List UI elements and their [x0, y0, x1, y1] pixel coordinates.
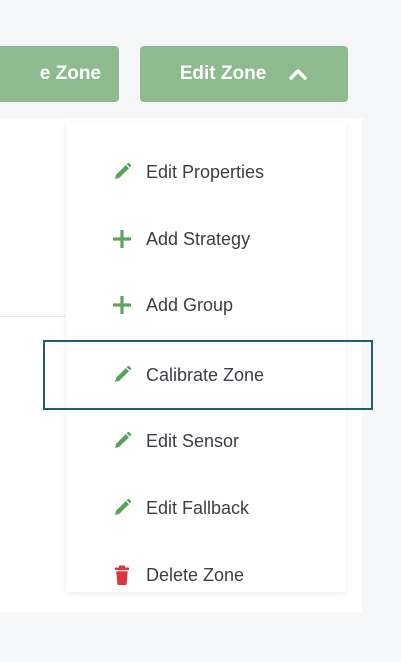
- menu-item-edit-properties[interactable]: Edit Properties: [66, 152, 346, 192]
- menu-item-delete-zone[interactable]: Delete Zone: [66, 555, 346, 595]
- plus-icon: [113, 296, 131, 314]
- content-divider: [0, 316, 70, 317]
- menu-item-add-group[interactable]: Add Group: [66, 285, 346, 325]
- pencil-icon: [115, 498, 132, 515]
- edit-zone-button-label: Edit Zone: [179, 63, 267, 84]
- toolbar: e Zone Edit Zone: [0, 0, 401, 130]
- menu-item-add-strategy[interactable]: Add Strategy: [66, 219, 346, 259]
- menu-item-label: Edit Fallback: [146, 497, 250, 518]
- zone-action-button[interactable]: e Zone: [0, 46, 119, 102]
- trash-icon: [115, 565, 129, 585]
- zone-action-button-label: e Zone: [39, 63, 101, 84]
- menu-item-edit-sensor[interactable]: Edit Sensor: [66, 421, 346, 461]
- menu-item-label: Calibrate Zone: [146, 364, 265, 385]
- menu-item-label: Add Group: [146, 294, 234, 315]
- edit-zone-button[interactable]: Edit Zone: [140, 46, 348, 102]
- menu-item-label: Add Strategy: [146, 228, 251, 249]
- menu-item-label: Edit Properties: [146, 161, 265, 182]
- edit-zone-dropdown-menu: Edit Properties Add Strategy Add Group C…: [66, 122, 346, 592]
- pencil-icon: [115, 162, 132, 179]
- pencil-icon: [115, 431, 132, 448]
- menu-item-label: Edit Sensor: [146, 430, 240, 451]
- pencil-icon: [115, 365, 132, 382]
- chevron-up-icon: [289, 69, 307, 80]
- menu-item-calibrate-zone[interactable]: Calibrate Zone: [66, 355, 346, 395]
- plus-icon: [113, 230, 131, 248]
- menu-item-label: Delete Zone: [146, 564, 245, 585]
- menu-item-edit-fallback[interactable]: Edit Fallback: [66, 488, 346, 528]
